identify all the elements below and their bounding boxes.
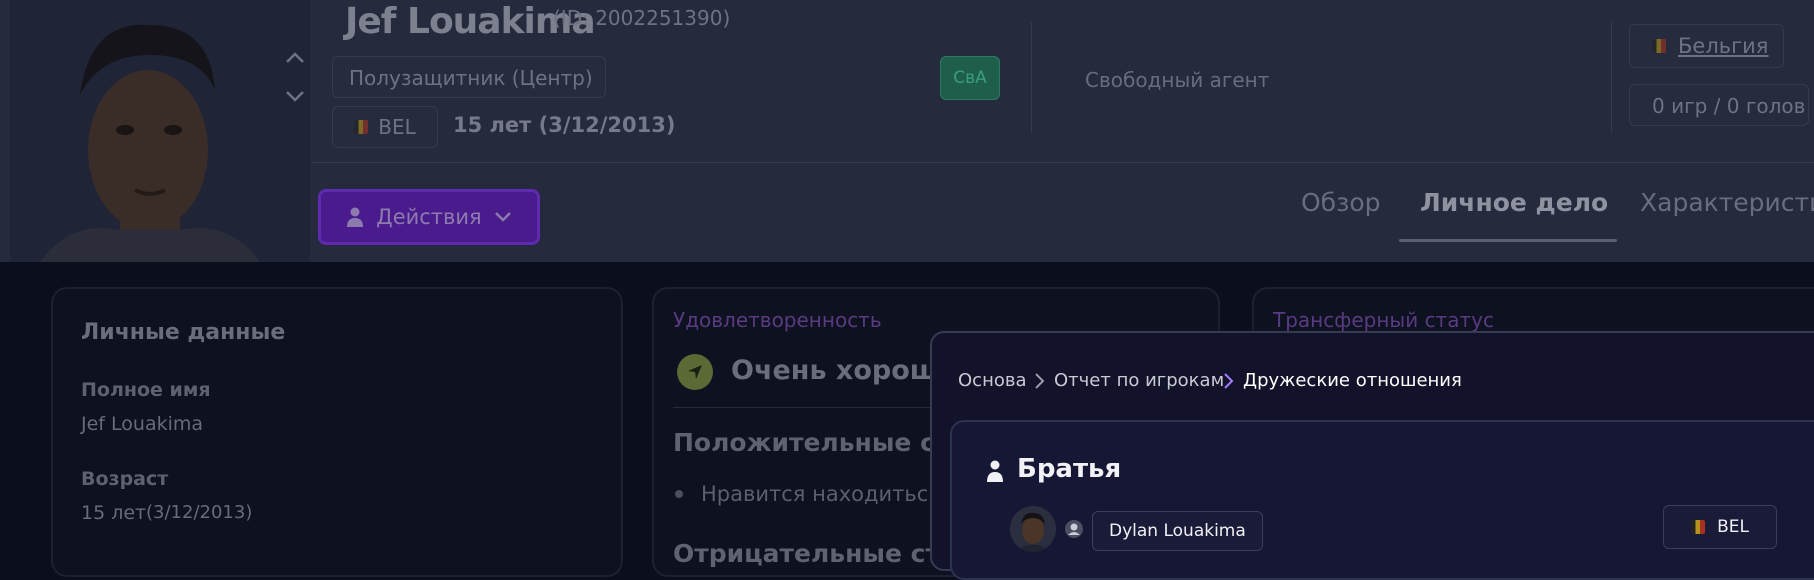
tab-attributes[interactable]: Характеристик <box>1640 188 1814 217</box>
age-date: (3/12/2013) <box>146 502 253 523</box>
chevron-up-icon <box>286 52 304 63</box>
position-chip: Полузащитник (Центр) <box>332 56 606 98</box>
relative-name-link[interactable]: Dylan Louakima <box>1092 511 1263 551</box>
positive-factors-header: Положительные ст <box>673 428 950 457</box>
actions-label: Действия <box>376 205 482 229</box>
actions-button[interactable]: Действия <box>318 189 540 245</box>
status-icon <box>677 354 713 390</box>
next-player-button[interactable] <box>279 80 311 112</box>
header-separator <box>312 162 1814 163</box>
brothers-title: Братья <box>1017 454 1122 484</box>
age-label: Возраст <box>81 468 169 490</box>
belgium-flag-icon <box>1691 520 1706 534</box>
relative-nationality-code: BEL <box>1717 517 1749 537</box>
chevron-down-icon <box>494 212 511 222</box>
transfer-status-title: Трансферный статус <box>1273 308 1494 332</box>
role-badge: СвА <box>940 56 1000 100</box>
contract-status: Свободный агент <box>1085 68 1270 92</box>
person-circle-icon <box>1065 520 1083 538</box>
nationality-code: BEL <box>378 115 416 139</box>
player-age: 15 лет (3/12/2013) <box>453 113 676 137</box>
player-photo <box>10 0 310 262</box>
age-years: 15 лет <box>81 502 147 524</box>
relative-avatar[interactable] <box>1010 506 1056 552</box>
full-name-label: Полное имя <box>81 379 211 401</box>
header-divider <box>1031 22 1032 132</box>
arrow-icon <box>688 365 702 379</box>
breadcrumb-item-player-report[interactable]: Отчет по игрокам <box>1054 370 1224 391</box>
satisfaction-divider <box>673 407 933 408</box>
person-icon <box>987 460 1003 482</box>
country-name: Бельгия <box>1678 34 1769 58</box>
satisfaction-status: Очень хороши <box>731 355 958 386</box>
person-icon <box>347 207 364 227</box>
breadcrumb-item-friendships: Дружеские отношения <box>1243 370 1462 391</box>
chevron-right-icon <box>1224 373 1234 389</box>
chevron-right-icon <box>1035 373 1045 389</box>
belgium-flag-icon <box>354 120 369 134</box>
breadcrumb-item-main[interactable]: Основа <box>958 370 1026 391</box>
international-caps: 0 игр / 0 голов <box>1629 84 1809 126</box>
relative-nationality-chip[interactable]: BEL <box>1663 505 1777 549</box>
previous-player-button[interactable] <box>279 42 311 74</box>
personal-data-title: Личные данные <box>81 320 286 345</box>
tab-overview[interactable]: Обзор <box>1301 188 1381 217</box>
nationality-chip[interactable]: BEL <box>332 106 438 148</box>
full-name-value: Jef Louakima <box>81 413 204 435</box>
player-id: (ID: 2002251390) <box>553 6 731 30</box>
positive-factor-item: Нравится находиться <box>701 482 941 506</box>
header-divider <box>1611 22 1612 132</box>
chevron-down-icon <box>286 91 304 102</box>
belgium-flag-icon <box>1652 39 1666 53</box>
bullet-icon <box>675 490 683 498</box>
active-tab-indicator <box>1399 239 1617 242</box>
satisfaction-title: Удовлетворенность <box>673 308 882 332</box>
country-link[interactable]: Бельгия <box>1629 24 1784 68</box>
negative-factors-header: Отрицательные ст <box>673 539 940 568</box>
brothers-section <box>950 420 1814 580</box>
tab-personal-file[interactable]: Личное дело <box>1420 188 1608 217</box>
